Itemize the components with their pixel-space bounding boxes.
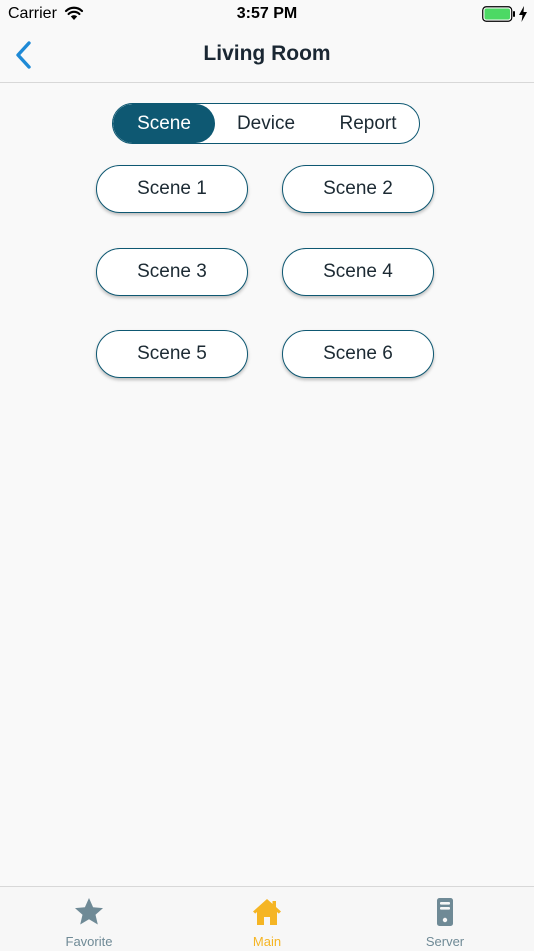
- tab-main[interactable]: Main: [178, 887, 356, 951]
- charging-icon: [519, 6, 527, 22]
- nav-bar: Living Room: [0, 28, 534, 83]
- scene-5-button[interactable]: Scene 5: [96, 330, 248, 378]
- scene-1-button[interactable]: Scene 1: [96, 165, 248, 213]
- tab-label-server: Server: [425, 934, 465, 949]
- status-time: 3:57 PM: [236, 5, 298, 22]
- tab-report[interactable]: Report: [317, 104, 419, 143]
- tab-server[interactable]: Server: [356, 887, 534, 951]
- tab-label-favorite: Favorite: [65, 934, 113, 949]
- tab-label-main: Main: [252, 934, 282, 949]
- home-icon: [253, 899, 281, 925]
- scene-2-button[interactable]: Scene 2: [282, 165, 434, 213]
- tab-device[interactable]: Device: [215, 104, 317, 143]
- tab-bar: Favorite Main Server: [0, 886, 534, 951]
- status-bar: Carrier 3:57 PM: [0, 0, 534, 28]
- page-title: Living Room: [203, 42, 331, 65]
- star-icon: [75, 898, 103, 925]
- scene-3-button[interactable]: Scene 3: [96, 248, 248, 296]
- tab-scene[interactable]: Scene: [113, 104, 215, 143]
- segmented-control: Scene Device Report: [112, 103, 420, 144]
- scene-4-button[interactable]: Scene 4: [282, 248, 434, 296]
- scene-6-button[interactable]: Scene 6: [282, 330, 434, 378]
- tab-favorite[interactable]: Favorite: [0, 887, 178, 951]
- server-icon: [437, 898, 453, 926]
- battery-icon: [482, 6, 515, 22]
